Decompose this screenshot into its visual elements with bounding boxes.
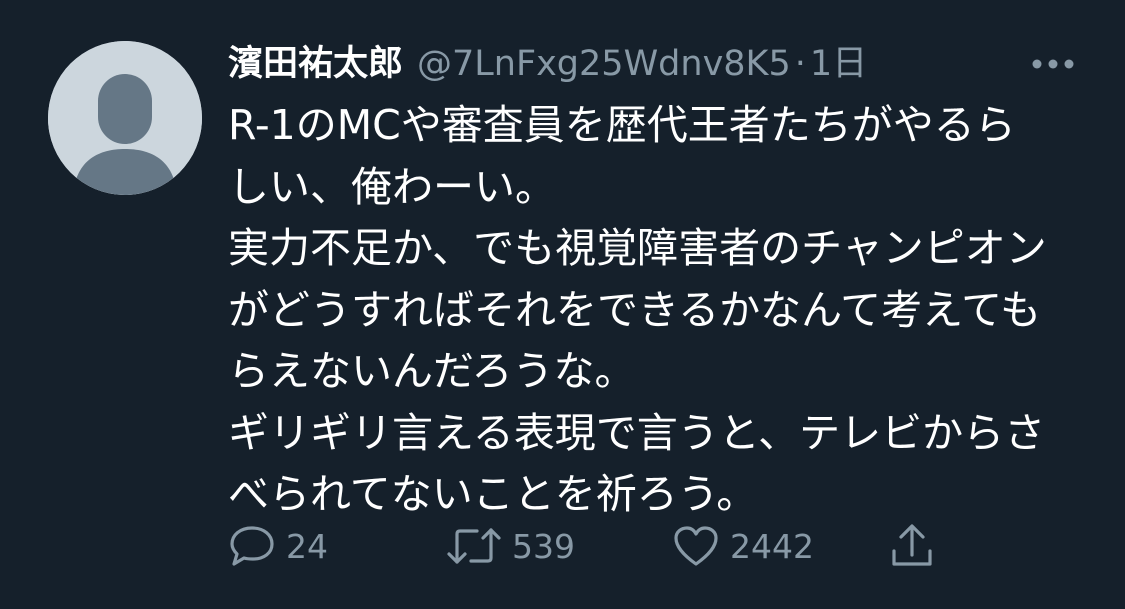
- tweet-text-line: しい、俺わーい。: [228, 162, 556, 211]
- display-name[interactable]: 濱田祐太郎: [228, 38, 403, 90]
- tweet-text-line: ギリギリ言える表現で言うと、テレビからさ: [228, 408, 1046, 457]
- heart-icon: [674, 526, 718, 566]
- tweet-text-line: らえないんだろうな。: [228, 347, 636, 395]
- user-handle[interactable]: @7LnFxg25Wdnv8K5: [417, 38, 791, 90]
- retweet-icon: [447, 528, 501, 564]
- more-horizontal-icon: [1032, 59, 1074, 69]
- comment-icon: [230, 526, 274, 566]
- tweet-text-line: がどうすればそれをできるかなんて考えても: [228, 285, 1042, 334]
- tweet-timestamp[interactable]: 1日: [810, 38, 867, 90]
- share-button[interactable]: [890, 521, 934, 571]
- separator-dot: ·: [794, 44, 806, 84]
- retweet-count: 539: [512, 526, 575, 566]
- like-button[interactable]: 2442: [672, 521, 814, 571]
- tweet-actions: 24 539 2442: [228, 521, 988, 571]
- retweet-button[interactable]: 539: [446, 521, 575, 571]
- tweet-card[interactable]: 濱田祐太郎 @7LnFxg25Wdnv8K5 · 1日 R-1のMCや審査員を歴…: [0, 0, 1125, 609]
- tweet-text-line: べられてないことを祈ろう。: [228, 470, 758, 518]
- share-icon: [892, 524, 932, 566]
- reply-button[interactable]: 24: [228, 521, 328, 571]
- tweet-header: 濱田祐太郎 @7LnFxg25Wdnv8K5 · 1日: [228, 38, 867, 90]
- tweet-text: R-1のMCや審査員を歴代王者たちがやるら しい、俺わーい。 実力不足か、でも視…: [228, 95, 1088, 526]
- default-avatar-icon: [48, 41, 202, 195]
- tweet-text-line: 実力不足か、でも視覚障害者のチャンピオン: [228, 224, 1047, 272]
- tweet-text-line: R-1のMCや審査員を歴代王者たちがやるら: [228, 101, 1016, 149]
- more-options-button[interactable]: [1031, 56, 1075, 70]
- reply-count: 24: [286, 526, 328, 566]
- avatar[interactable]: [48, 41, 202, 195]
- like-count: 2442: [730, 526, 814, 566]
